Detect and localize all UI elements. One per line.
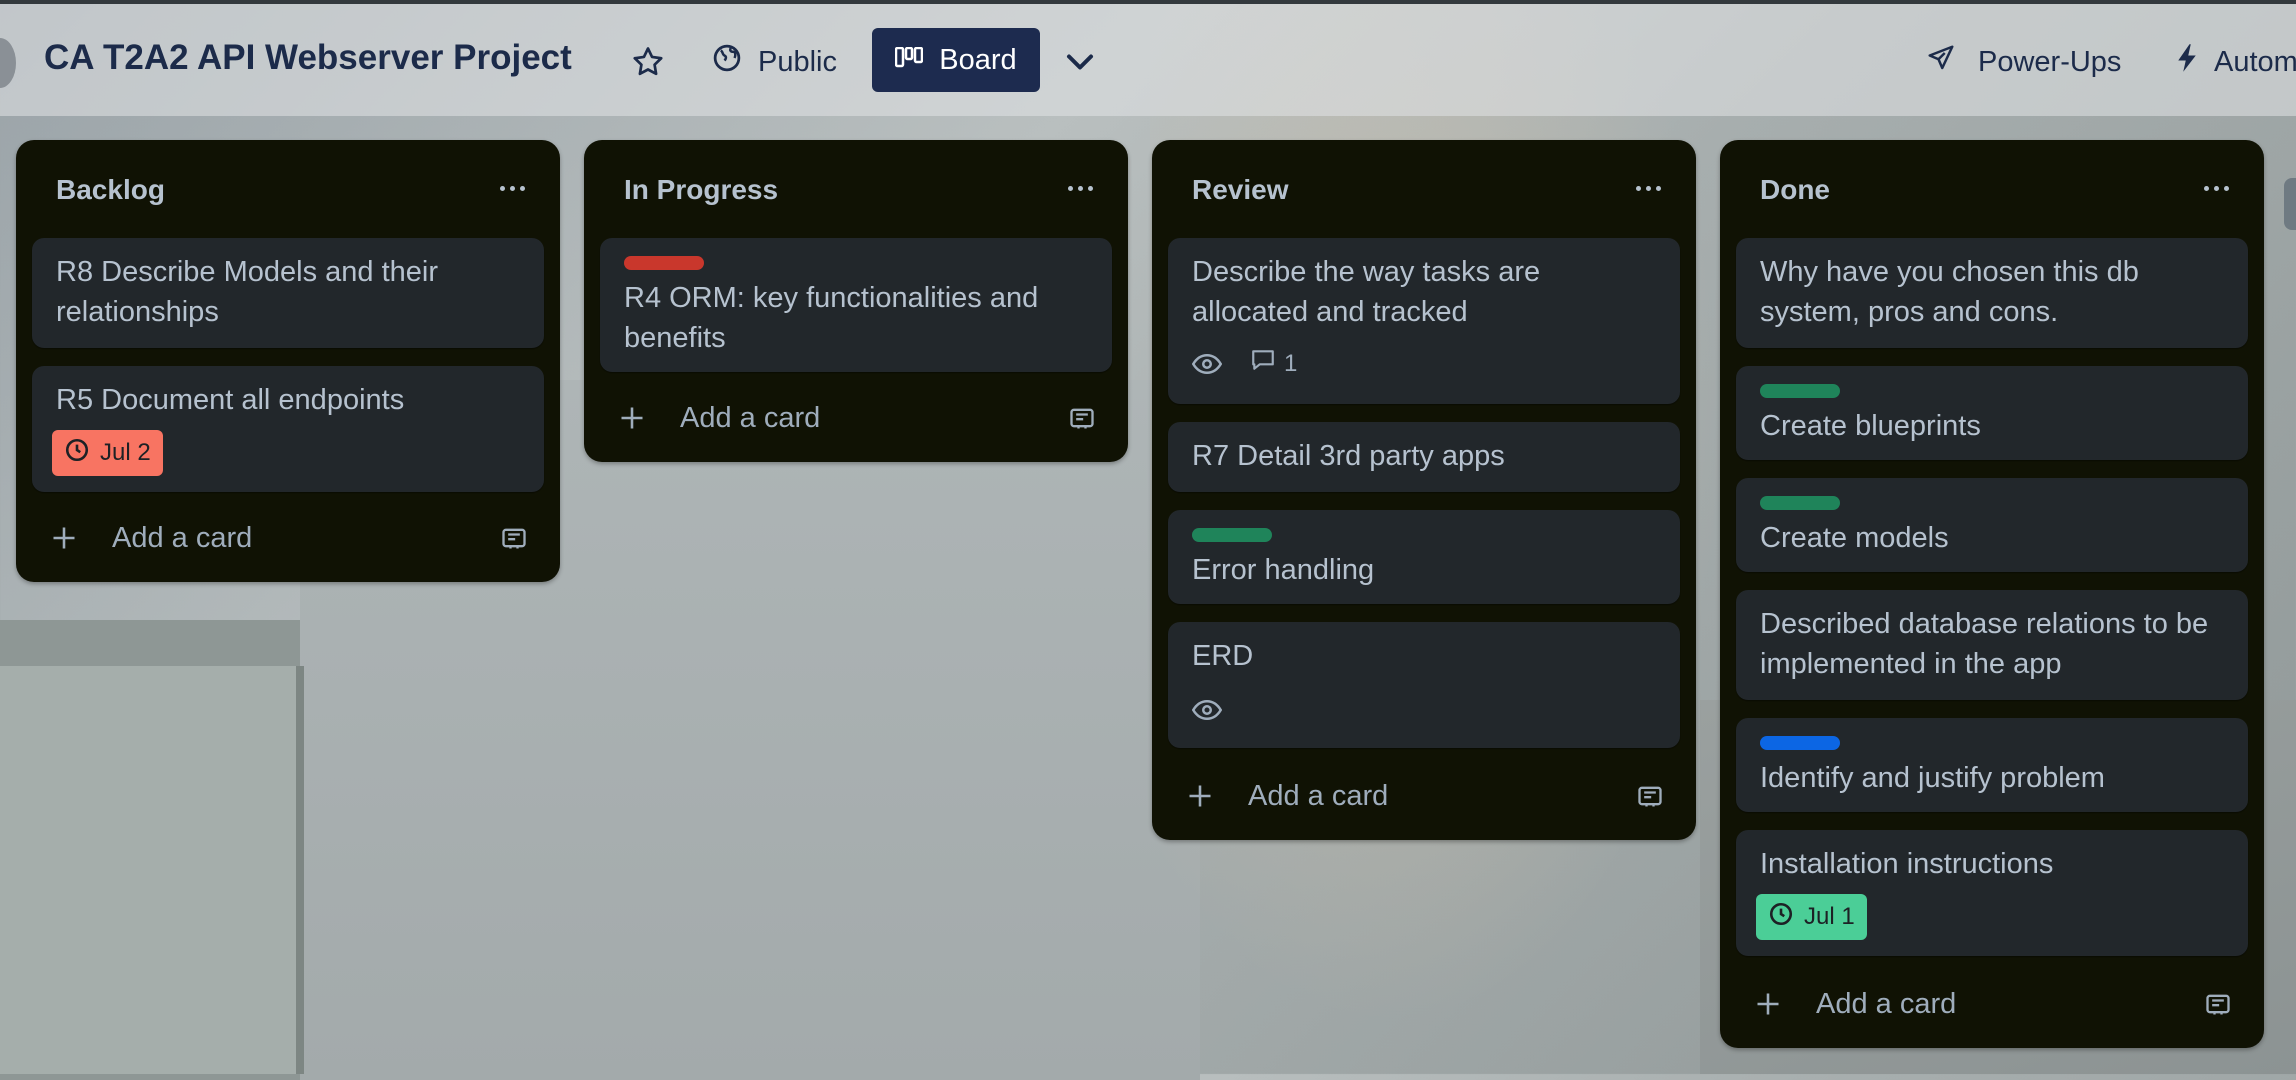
add-card-button[interactable]: Add a card	[32, 510, 544, 566]
powerups-label: Power-Ups	[1978, 45, 2122, 78]
card[interactable]: Installation instructions Jul 1	[1736, 830, 2248, 956]
card[interactable]: Identify and justify problem	[1736, 718, 2248, 812]
list-header: Backlog	[16, 140, 560, 236]
card-title: Create models	[1760, 522, 1949, 554]
card-template-icon[interactable]	[1068, 404, 1096, 432]
card[interactable]: R8 Describe Models and their relationshi…	[32, 238, 544, 348]
card-title: Describe the way tasks are allocated and…	[1192, 256, 1541, 328]
background-door-panel	[0, 666, 304, 1074]
add-card-button[interactable]: Add a card	[1168, 768, 1680, 824]
list-title[interactable]: In Progress	[624, 174, 778, 206]
comments-badge: 1	[1250, 348, 1297, 379]
list-title[interactable]: Done	[1760, 174, 1830, 206]
card-title: Error handling	[1192, 554, 1375, 586]
card[interactable]: R7 Detail 3rd party apps	[1168, 422, 1680, 492]
board-view-button[interactable]: Board	[872, 28, 1040, 92]
plus-icon	[618, 404, 646, 432]
card[interactable]: R4 ORM: key functionalities and benefits	[600, 238, 1112, 372]
powerups-button[interactable]: Power-Ups	[1926, 34, 2121, 90]
comment-count: 1	[1284, 349, 1298, 377]
list-in-progress: In Progress R4 ORM: key functionalities …	[584, 140, 1128, 462]
due-date-badge[interactable]: Jul 1	[1756, 894, 1867, 940]
card-title: R7 Detail 3rd party apps	[1192, 440, 1505, 472]
list-header: Review	[1152, 140, 1696, 236]
add-card-label: Add a card	[680, 402, 821, 434]
workspace-avatar[interactable]	[0, 38, 16, 88]
card-title: R4 ORM: key functionalities and benefits	[624, 282, 1039, 354]
card-title: R5 Document all endpoints	[56, 384, 405, 416]
globe-icon	[712, 43, 742, 81]
comment-icon	[1250, 348, 1276, 379]
card-badges	[1192, 698, 1222, 722]
card[interactable]: Why have you chosen this db system, pros…	[1736, 238, 2248, 348]
more-icon[interactable]	[1628, 172, 1668, 204]
card-title: Why have you chosen this db system, pros…	[1760, 256, 2139, 328]
card-title: Identify and justify problem	[1760, 762, 2105, 794]
add-card-label: Add a card	[1816, 988, 1957, 1020]
clock-icon	[1768, 901, 1794, 934]
chevron-down-icon[interactable]	[1058, 40, 1102, 84]
more-icon[interactable]	[1060, 172, 1100, 204]
card[interactable]: Describe the way tasks are allocated and…	[1168, 238, 1680, 404]
eye-icon	[1192, 352, 1222, 376]
plus-icon	[50, 524, 78, 552]
more-icon[interactable]	[2196, 172, 2236, 204]
add-card-button[interactable]: Add a card	[1736, 976, 2248, 1032]
due-date-text: Jul 1	[1804, 903, 1855, 930]
card-template-icon[interactable]	[2204, 990, 2232, 1018]
clock-icon	[64, 437, 90, 470]
board-title[interactable]: CA T2A2 API Webserver Project	[44, 38, 572, 78]
list-review: Review Describe the way tasks are alloca…	[1152, 140, 1696, 840]
card[interactable]: ERD	[1168, 622, 1680, 748]
card-label[interactable]	[1760, 736, 1840, 750]
next-list-edge[interactable]	[2284, 178, 2296, 230]
star-icon[interactable]	[630, 44, 666, 80]
eye-icon	[1192, 698, 1222, 722]
visibility-label: Public	[758, 45, 837, 78]
board-icon	[895, 44, 924, 77]
list-header: Done	[1720, 140, 2264, 236]
card-label[interactable]	[1760, 496, 1840, 510]
add-card-button[interactable]: Add a card	[600, 390, 1112, 446]
card[interactable]: R5 Document all endpoints Jul 2	[32, 366, 544, 492]
card-template-icon[interactable]	[500, 524, 528, 552]
add-card-label: Add a card	[112, 522, 253, 554]
card-title: R8 Describe Models and their relationshi…	[56, 256, 439, 328]
card-title: Described database relations to be imple…	[1760, 608, 2209, 680]
card-label[interactable]	[1760, 384, 1840, 398]
card-title: Installation instructions	[1760, 848, 2054, 880]
card-badges: 1	[1192, 348, 1297, 379]
add-card-label: Add a card	[1248, 780, 1389, 812]
lightning-icon	[2174, 43, 2200, 81]
list-done: Done Why have you chosen this db system,…	[1720, 140, 2264, 1048]
list-header: In Progress	[584, 140, 1128, 236]
board-header: CA T2A2 API Webserver Project Public Boa…	[0, 4, 2296, 116]
card-label[interactable]	[624, 256, 704, 270]
automation-button[interactable]: Autom	[2174, 34, 2296, 90]
plus-icon	[1186, 782, 1214, 810]
card[interactable]: Create blueprints	[1736, 366, 2248, 460]
list-backlog: Backlog R8 Describe Models and their rel…	[16, 140, 560, 582]
card-label[interactable]	[1192, 528, 1272, 542]
card[interactable]: Create models	[1736, 478, 2248, 572]
card-title: ERD	[1192, 640, 1254, 672]
visibility-button[interactable]: Public	[712, 34, 837, 90]
card-title: Create blueprints	[1760, 410, 1981, 442]
list-title[interactable]: Backlog	[56, 174, 165, 206]
plus-icon	[1754, 990, 1782, 1018]
automation-label: Autom	[2214, 45, 2296, 78]
due-date-badge[interactable]: Jul 2	[52, 430, 163, 476]
card-template-icon[interactable]	[1636, 782, 1664, 810]
due-date-text: Jul 2	[100, 439, 151, 466]
list-title[interactable]: Review	[1192, 174, 1289, 206]
board-view-label: Board	[939, 43, 1017, 76]
card[interactable]: Described database relations to be imple…	[1736, 590, 2248, 700]
more-icon[interactable]	[492, 172, 532, 204]
rocket-icon	[1926, 43, 1956, 81]
card[interactable]: Error handling	[1168, 510, 1680, 604]
